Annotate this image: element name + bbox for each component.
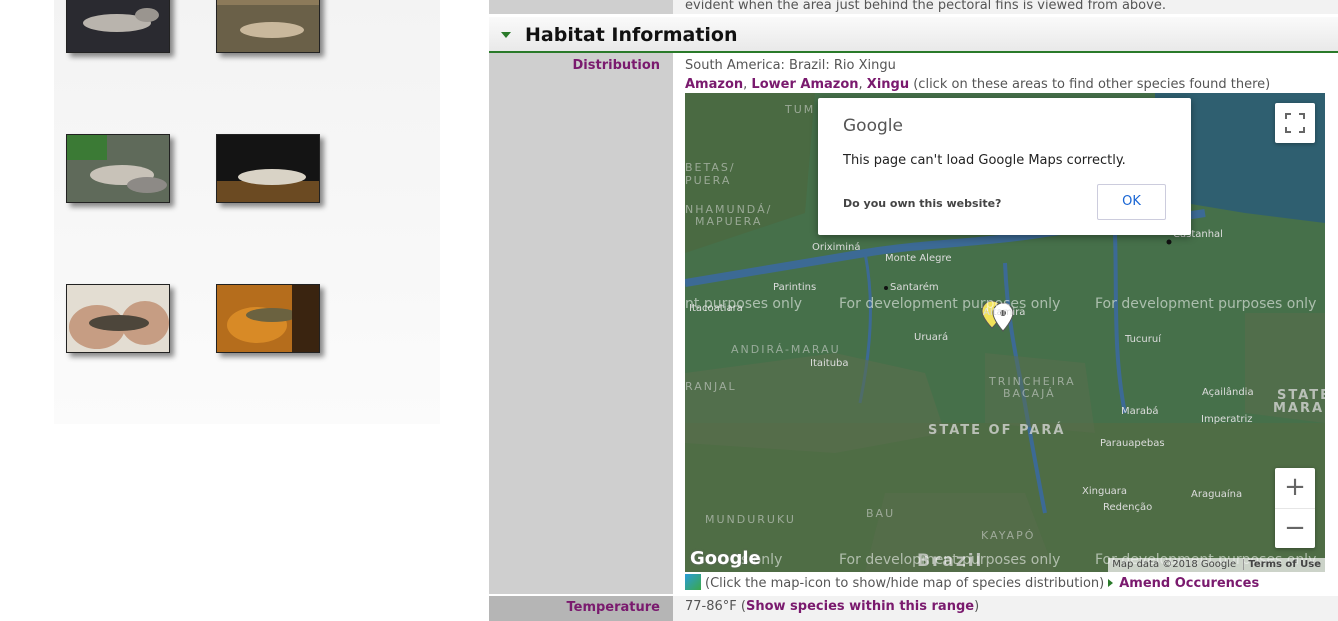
- map-place-label: Xinguara: [1082, 486, 1128, 497]
- temperature-close: ): [974, 599, 980, 614]
- fish-photo-thumbnail[interactable]: [216, 284, 320, 353]
- map-place-label: Parintins: [773, 282, 817, 293]
- habitat-section-header[interactable]: Habitat Information: [489, 17, 1338, 53]
- map-region-label: BAU: [866, 507, 896, 520]
- previous-row-text: evident when the area just behind the pe…: [673, 0, 1338, 14]
- map-place-label: Itaituba: [810, 358, 849, 369]
- map-place-label: Parauapebas: [1100, 438, 1165, 449]
- previous-row: evident when the area just behind the pe…: [489, 0, 1338, 14]
- fish-photo-thumbnail[interactable]: [66, 284, 170, 353]
- amend-occurences-link[interactable]: Amend Occurences: [1119, 576, 1259, 591]
- fish-photo-thumbnail[interactable]: [216, 0, 320, 53]
- maps-error-dialog: Google This page can't load Google Maps …: [818, 98, 1191, 235]
- own-website-link[interactable]: Do you own this website?: [843, 197, 1001, 210]
- map-toggle-icon[interactable]: [685, 574, 701, 590]
- map-region-label: MUNDURUKU: [705, 513, 796, 526]
- google-map-logo[interactable]: Google: [690, 548, 761, 569]
- area-link-xingu[interactable]: Xingu: [867, 77, 909, 92]
- map-watermark: For development purposes only: [1095, 296, 1317, 312]
- map-place-label: Açailândia: [1202, 387, 1254, 398]
- map-data-text: Map data ©2018 Google: [1112, 559, 1237, 570]
- fish-photo-thumbnail[interactable]: [66, 134, 170, 203]
- zoom-out-button[interactable]: −: [1275, 509, 1315, 548]
- map-place-label: Tucuruí: [1125, 334, 1161, 345]
- photo-gallery: [54, 0, 440, 424]
- distribution-areas: Amazon, Lower Amazon, Xingu (click on th…: [685, 75, 1338, 94]
- map-place-label: Imperatriz: [1201, 414, 1253, 425]
- section-title: Habitat Information: [525, 24, 738, 46]
- map-place-label: Redenção: [1103, 502, 1153, 513]
- google-logo: Google: [843, 116, 903, 136]
- temperature-label: Temperature: [489, 596, 673, 621]
- map-place-label: Santarém: [890, 282, 939, 293]
- areas-note: (click on these areas to find other spec…: [913, 77, 1271, 92]
- map-note: (Click the map-icon to show/hide map of …: [705, 576, 1105, 591]
- map-state-label: MARAN: [1273, 401, 1325, 416]
- map-attribution: Map data ©2018 Google Terms of Use: [1108, 558, 1325, 572]
- fullscreen-button[interactable]: [1275, 103, 1315, 143]
- collapse-arrow-icon[interactable]: [501, 32, 511, 38]
- fullscreen-icon: [1285, 113, 1305, 133]
- temperature-range: 77-86°F (: [685, 599, 746, 614]
- row-label-cell: [489, 0, 673, 14]
- map-place-label: Marabá: [1121, 406, 1159, 417]
- map-watermark: For development purposes only: [839, 552, 1061, 568]
- map-region-label: KAYAPÓ: [981, 529, 1036, 542]
- fish-photo-thumbnail[interactable]: [66, 0, 170, 53]
- map-region-label: TUM: [785, 103, 816, 116]
- error-message: This page can't load Google Maps correct…: [843, 153, 1126, 168]
- temperature-value: 77-86°F (Show species within this range): [673, 596, 1338, 621]
- distribution-row: Distribution South America: Brazil: Rio …: [489, 53, 1338, 594]
- show-species-in-range-link[interactable]: Show species within this range: [746, 599, 974, 614]
- ok-button[interactable]: OK: [1097, 184, 1166, 220]
- map-place-label: Monte Alegre: [885, 253, 952, 264]
- map-watermark: nt purposes only: [685, 296, 803, 312]
- map-state-label: STATE OF PARÁ: [928, 423, 1066, 438]
- map-region-label: BACAJÁ: [1003, 387, 1056, 400]
- map-place-label: Oriximiná: [812, 242, 861, 253]
- fish-photo-thumbnail[interactable]: [216, 134, 320, 203]
- map-region-label: RANJAL: [685, 380, 737, 393]
- zoom-in-button[interactable]: +: [1275, 468, 1315, 509]
- map-place-label: Uruará: [914, 332, 949, 343]
- species-info-panel: evident when the area just behind the pe…: [489, 0, 1338, 621]
- area-link-lower-amazon[interactable]: Lower Amazon: [751, 77, 858, 92]
- distribution-text: South America: Brazil: Rio Xingu: [685, 58, 896, 73]
- distribution-map[interactable]: TUM BETAS/ PUERA NHAMUNDÁ/ MAPUERA ANDIR…: [685, 93, 1325, 572]
- distribution-label: Distribution: [489, 53, 673, 594]
- arrow-right-icon: [1108, 579, 1114, 587]
- map-toggle-row: (Click the map-icon to show/hide map of …: [685, 574, 1259, 592]
- map-watermark: For development purposes only: [839, 296, 1061, 312]
- zoom-control: + −: [1275, 468, 1315, 548]
- terms-link[interactable]: Terms of Use: [1243, 559, 1321, 570]
- map-region-label: ANDIRÁ-MARAU: [731, 343, 841, 356]
- map-region-label: MAPUERA: [695, 215, 763, 228]
- temperature-row: Temperature 77-86°F (Show species within…: [489, 596, 1338, 621]
- distribution-value: South America: Brazil: Rio Xingu Amazon,…: [673, 53, 1338, 594]
- map-region-label: PUERA: [685, 174, 732, 187]
- map-place-label: Araguaína: [1191, 489, 1243, 500]
- map-region-label: BETAS/: [685, 161, 736, 174]
- area-link-amazon[interactable]: Amazon: [685, 77, 743, 92]
- separator: ,: [858, 77, 867, 92]
